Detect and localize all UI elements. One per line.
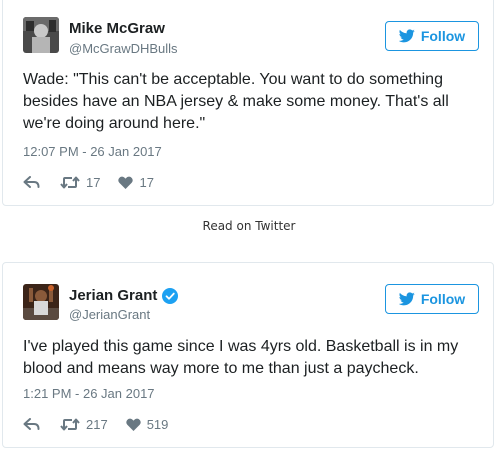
reply-button[interactable] — [23, 418, 40, 431]
twitter-bird-icon — [398, 29, 415, 43]
verified-badge-icon — [162, 288, 179, 304]
retweet-icon — [60, 176, 80, 189]
tweet-card: Jerian Grant @JerianGrant Follow I've pl… — [2, 262, 494, 448]
tweet-card: Mike McGraw @McGrawDHBulls Follow Wade: … — [2, 0, 494, 206]
author-handle[interactable]: @McGrawDHBulls — [69, 41, 178, 57]
twitter-bird-icon — [398, 292, 415, 306]
author-name[interactable]: Mike McGraw — [69, 20, 165, 38]
tweet-text: I've played this game since I was 4yrs o… — [23, 338, 459, 377]
reply-button[interactable] — [23, 176, 40, 189]
author-row: Jerian Grant — [69, 287, 179, 305]
follow-button[interactable]: Follow — [385, 284, 479, 314]
tweet-timestamp[interactable]: 12:07 PM - 26 Jan 2017 — [23, 144, 162, 160]
follow-label: Follow — [420, 291, 466, 307]
tweet-text: Wade: "This can't be acceptable. You wan… — [23, 71, 449, 132]
heart-icon — [126, 418, 141, 431]
reply-icon — [23, 176, 40, 188]
read-on-twitter-link[interactable]: Read on Twitter — [0, 218, 498, 234]
avatar[interactable] — [23, 284, 59, 320]
like-count: 519 — [146, 417, 169, 432]
tweet-timestamp[interactable]: 1:21 PM - 26 Jan 2017 — [23, 386, 155, 402]
author-name[interactable]: Jerian Grant — [69, 287, 157, 305]
author-handle[interactable]: @JerianGrant — [69, 307, 150, 323]
follow-button[interactable]: Follow — [385, 21, 479, 51]
retweet-count: 217 — [86, 417, 108, 432]
heart-icon — [118, 176, 134, 189]
like-button[interactable]: 519 — [126, 417, 169, 432]
like-count: 17 — [139, 175, 154, 190]
retweet-count: 17 — [86, 175, 101, 190]
page: Mike McGraw @McGrawDHBulls Follow Wade: … — [0, 0, 498, 449]
like-button[interactable]: 17 — [118, 175, 154, 190]
tweet-actions: 217 519 — [23, 417, 168, 432]
tweet-actions: 17 17 — [23, 175, 154, 190]
follow-label: Follow — [420, 28, 466, 44]
retweet-button[interactable]: 217 — [60, 417, 108, 432]
retweet-button[interactable]: 17 — [60, 175, 100, 190]
author-row: Mike McGraw — [69, 20, 165, 38]
retweet-icon — [60, 418, 80, 431]
reply-icon — [23, 418, 40, 430]
avatar[interactable] — [23, 17, 59, 53]
